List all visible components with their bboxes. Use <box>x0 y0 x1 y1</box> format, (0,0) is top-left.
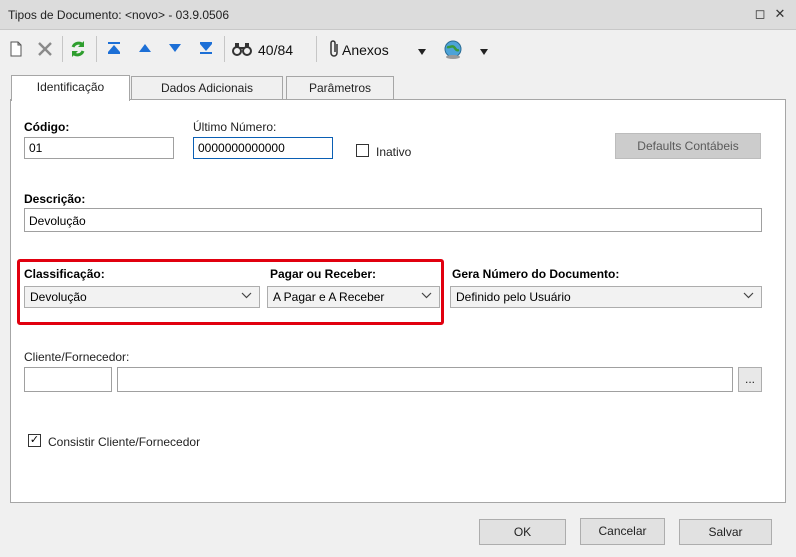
previous-record-icon[interactable] <box>138 42 152 57</box>
classificacao-label: Classificação: <box>24 267 105 281</box>
ultimo-numero-label: Último Número: <box>193 120 277 134</box>
cliente-fornecedor-lookup-button[interactable]: ... <box>738 367 762 392</box>
cancel-button[interactable]: Cancelar <box>580 518 665 545</box>
cliente-fornecedor-label: Cliente/Fornecedor: <box>24 350 130 364</box>
globe-icon[interactable] <box>442 38 464 63</box>
codigo-label: Código: <box>24 120 70 134</box>
dropdown-arrow-icon[interactable] <box>479 45 489 59</box>
classificacao-select[interactable]: Devolução <box>24 286 260 308</box>
record-counter: 40/84 <box>258 42 294 58</box>
tab-parametros[interactable]: Parâmetros <box>286 76 394 100</box>
window-title: Tipos de Documento: <novo> - 03.9.0506 <box>8 8 230 22</box>
pagar-receber-label: Pagar ou Receber: <box>270 267 377 281</box>
descricao-label: Descrição: <box>24 192 86 206</box>
ultimo-numero-input[interactable]: 0000000000000 <box>193 137 333 159</box>
ok-button[interactable]: OK <box>479 519 566 545</box>
restore-button[interactable]: ◻ <box>752 6 768 22</box>
tab-identificacao[interactable]: Identificação <box>11 75 130 101</box>
cliente-fornecedor-code-input[interactable] <box>24 367 112 392</box>
first-record-icon[interactable] <box>106 41 122 58</box>
dropdown-arrow-icon[interactable] <box>417 45 427 59</box>
refresh-icon[interactable] <box>68 39 88 62</box>
gera-numero-value: Definido pelo Usuário <box>456 290 571 304</box>
tab-dados-adicionais[interactable]: Dados Adicionais <box>131 76 283 100</box>
chevron-down-icon <box>743 290 754 302</box>
attachments-button[interactable]: Anexos <box>342 42 389 58</box>
chevron-down-icon <box>421 290 432 302</box>
gera-numero-label: Gera Número do Documento: <box>452 267 620 281</box>
next-record-icon[interactable] <box>168 42 182 57</box>
delete-icon[interactable] <box>36 40 54 61</box>
toolbar-separator <box>224 36 225 62</box>
toolbar-separator <box>316 36 317 62</box>
new-icon[interactable] <box>8 40 24 61</box>
last-record-icon[interactable] <box>198 41 214 58</box>
pagar-receber-value: A Pagar e A Receber <box>273 290 385 304</box>
classificacao-value: Devolução <box>30 290 87 304</box>
chevron-down-icon <box>241 290 252 302</box>
consistir-label: Consistir Cliente/Fornecedor <box>48 435 201 449</box>
footer <box>0 504 796 557</box>
defaults-contabeis-button[interactable]: Defaults Contábeis <box>615 133 761 159</box>
toolbar-separator <box>62 36 63 62</box>
search-binoculars-icon[interactable] <box>232 41 252 60</box>
toolbar-separator <box>96 36 97 62</box>
inativo-label: Inativo <box>376 145 412 159</box>
descricao-input[interactable]: Devolução <box>24 208 762 232</box>
close-button[interactable]: ✕ <box>772 6 788 22</box>
pagar-receber-select[interactable]: A Pagar e A Receber <box>267 286 440 308</box>
codigo-input[interactable]: 01 <box>24 137 174 159</box>
paperclip-icon[interactable] <box>328 40 342 61</box>
gera-numero-select[interactable]: Definido pelo Usuário <box>450 286 762 308</box>
save-button[interactable]: Salvar <box>679 519 772 545</box>
inativo-checkbox[interactable] <box>356 144 369 157</box>
cliente-fornecedor-name-input[interactable] <box>117 367 733 392</box>
consistir-checkbox[interactable]: ✓ <box>28 434 41 447</box>
